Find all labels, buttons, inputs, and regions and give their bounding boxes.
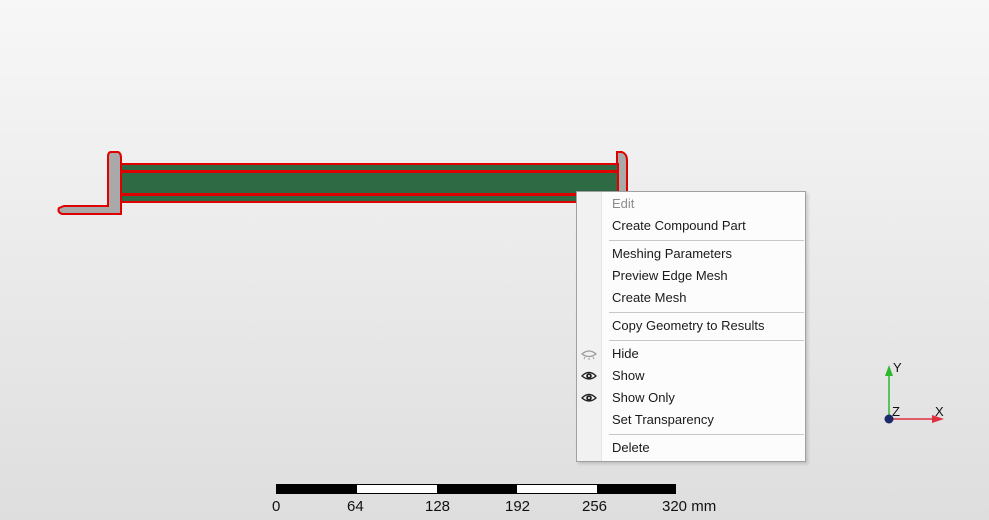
menu-separator <box>609 434 804 435</box>
scale-bar <box>276 484 676 494</box>
scale-tick-label: 64 <box>347 498 364 515</box>
menu-item-set-transparency[interactable]: Set Transparency <box>577 409 805 431</box>
scale-segment <box>357 485 437 493</box>
y-axis-label: Y <box>893 360 902 375</box>
main-body-part[interactable] <box>120 171 619 195</box>
menu-item-label: Delete <box>612 440 650 455</box>
menu-item-label: Edit <box>612 196 635 211</box>
x-axis-label: X <box>935 404 944 419</box>
scale-segment <box>277 485 357 493</box>
menu-item-delete[interactable]: Delete <box>577 437 805 459</box>
scale-segment <box>437 485 517 493</box>
geometry-view[interactable] <box>0 0 989 520</box>
menu-item-preview-edge-mesh[interactable]: Preview Edge Mesh <box>577 265 805 287</box>
menu-item-show-only[interactable]: Show Only <box>577 387 805 409</box>
menu-item-hide[interactable]: Hide <box>577 343 805 365</box>
menu-item-label: Preview Edge Mesh <box>612 268 728 283</box>
axis-triad: Y Z X <box>884 360 944 424</box>
menu-item-meshing-parameters[interactable]: Meshing Parameters <box>577 243 805 265</box>
scale-tick-label: 128 <box>425 498 451 515</box>
menu-item-copy-geometry-to-results[interactable]: Copy Geometry to Results <box>577 315 805 337</box>
menu-separator <box>609 240 804 241</box>
menu-item-label: Hide <box>612 346 639 361</box>
menu-item-label: Create Compound Part <box>612 218 746 233</box>
menu-separator <box>609 340 804 341</box>
scale-tick-label: 256 <box>582 498 608 515</box>
y-axis-arrow-icon <box>885 365 893 376</box>
menu-item-create-mesh[interactable]: Create Mesh <box>577 287 805 309</box>
eye-icon <box>581 393 597 402</box>
menu-item-show[interactable]: Show <box>577 365 805 387</box>
scale-tick-label: 0 <box>272 498 281 515</box>
menu-item-label: Copy Geometry to Results <box>612 318 765 333</box>
scale-segment <box>517 485 597 493</box>
left-bracket-part[interactable] <box>57 151 122 215</box>
3d-viewport[interactable]: Y Z X 0 64 128 192 256 320 mm <box>0 0 989 520</box>
menu-item-label: Show <box>612 368 645 383</box>
eye-icon <box>581 371 597 380</box>
z-axis-label: Z <box>892 404 900 419</box>
scale-tick-label: 192 <box>505 498 531 515</box>
menu-item-label: Create Mesh <box>612 290 687 305</box>
menu-item-label: Show Only <box>612 390 675 405</box>
scale-segment <box>597 485 675 493</box>
menu-item-create-compound-part[interactable]: Create Compound Part <box>577 215 805 237</box>
menu-item-edit[interactable]: Edit <box>577 193 805 215</box>
menu-item-label: Set Transparency <box>612 412 714 427</box>
bottom-plate-part[interactable] <box>120 194 619 203</box>
top-plate-part[interactable] <box>120 163 619 172</box>
context-menu: Edit Create Compound Part Meshing Parame… <box>576 191 806 462</box>
menu-item-label: Meshing Parameters <box>612 246 732 261</box>
scale-tick-label: 320 mm <box>662 498 717 515</box>
eye-closed-icon <box>581 350 597 360</box>
menu-separator <box>609 312 804 313</box>
